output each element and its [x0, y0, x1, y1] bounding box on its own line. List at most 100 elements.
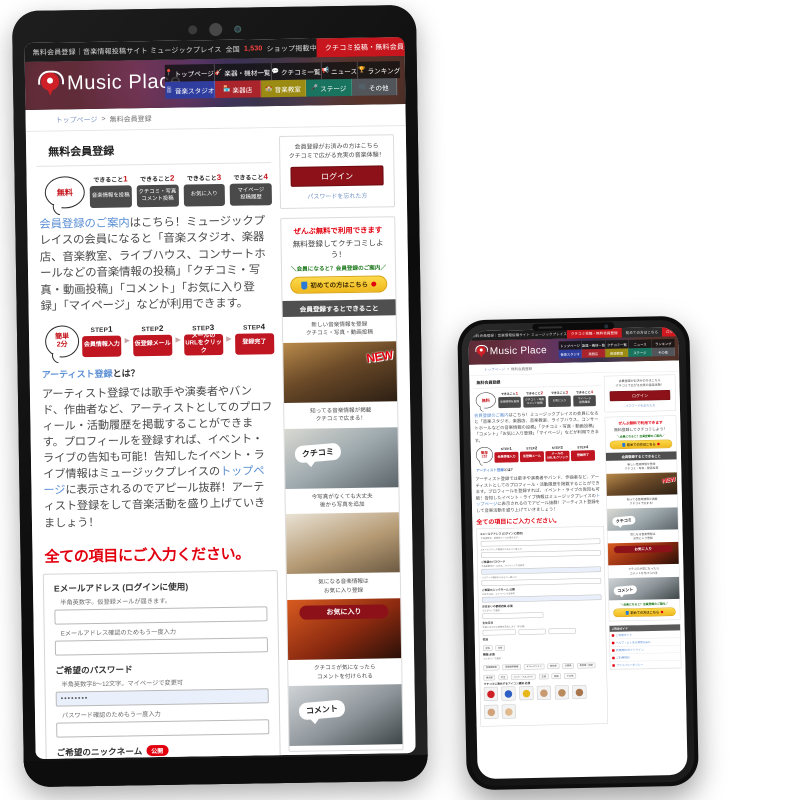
artist-paragraph: アーティスト登録では歌手や演奏者やバンド、作曲者など、アーティストとしてのプロフ…	[40, 383, 277, 532]
field-password: ご希望のパスワード 半角英数字8〜12文字。マイページで変更可 ••••••••…	[55, 661, 270, 738]
phone-benefit-title: できること1	[500, 391, 519, 397]
avatar-option[interactable]	[554, 685, 569, 700]
step-body: 登録完了	[234, 332, 275, 355]
phone-chip[interactable]: 公務員	[562, 663, 575, 669]
phone-benefit-title: できること3	[550, 390, 569, 396]
phone-side-cta-label: 初めての方はこちら	[630, 610, 660, 615]
phone-breadcrumb-home[interactable]: トップページ	[484, 367, 505, 372]
field-hint: 半角英数字8〜12文字。マイページで変更可	[61, 679, 184, 689]
nav-item-news[interactable]: 📢 ニュース	[321, 61, 359, 80]
password-input[interactable]: ••••••••	[55, 687, 269, 707]
phone-promo-header: 会員登録するとできること	[605, 451, 677, 461]
breadcrumb-home[interactable]: トップページ	[56, 114, 98, 125]
store-icon: 🏪	[222, 86, 231, 93]
easy-badge: 簡単 2分	[44, 324, 80, 358]
phone-password-confirm-input[interactable]	[481, 578, 602, 587]
shops-count: 1,530	[243, 45, 263, 53]
phone-step-title: STEP3	[551, 445, 563, 451]
avatar-option[interactable]	[519, 686, 534, 701]
phone-side-cta-button[interactable]: 初めての方はこちら	[613, 607, 676, 618]
phone-chip[interactable]: ミュージシャン	[523, 663, 545, 670]
post-review-button[interactable]: クチコミ投稿・無料会員登録	[316, 37, 416, 58]
phone-chip[interactable]: 主婦	[538, 673, 549, 680]
nav-item-top[interactable]: 📍 トップページ	[164, 64, 215, 82]
phone-linklist-item[interactable]: プライバシーポリシー	[610, 660, 681, 670]
phone-nav-item-stage[interactable]: ステージ	[628, 347, 652, 357]
speech-icon: 💬	[271, 68, 280, 75]
benefit-title: できること1	[93, 174, 128, 184]
steps-strip: 簡単 2分 STEP1 会員情報入力 ▶ STEP2 仮登録メール ▶ STEP…	[39, 322, 275, 358]
phone-login-button[interactable]: ログイン	[609, 390, 671, 402]
nav-item-stage[interactable]: 🎤 ステージ	[306, 78, 352, 97]
nav-item-other[interactable]: 🎼 その他	[351, 78, 398, 96]
phone-first-time-cta[interactable]: 初めての方はこちら	[609, 439, 673, 450]
phone-chip[interactable]: 音楽関係職種	[502, 664, 521, 671]
nav-item-reviews[interactable]: 💬 クチコミ一覧	[271, 62, 322, 81]
phone-email-input[interactable]	[480, 538, 601, 547]
email-input[interactable]	[54, 605, 268, 625]
phone-nav-item-studio[interactable]: 音楽スタジオ	[558, 349, 583, 359]
phone-step-body: メールの URLをクリック	[545, 450, 570, 462]
phone-nav-item-school[interactable]: 音楽教室	[605, 348, 629, 358]
benefit-body: マイページ 投稿履歴	[229, 183, 273, 206]
phone-artist-heading: アーティスト登録とは？	[476, 466, 603, 474]
avatar-option[interactable]	[501, 686, 516, 701]
nav-item-studio[interactable]: 🎚 音楽スタジオ	[165, 81, 216, 99]
phone-gender-male-radio[interactable]: 男性	[482, 645, 493, 652]
phone-chip[interactable]: 音楽関係者	[483, 664, 500, 671]
nav-item-school[interactable]: 🏫 音楽教室	[260, 79, 307, 98]
phone-promo-caption: クチコミが気になったら コメントを付けられる	[611, 567, 677, 577]
phone-email-confirm-input[interactable]	[480, 550, 601, 559]
password-confirm-input[interactable]	[56, 718, 270, 738]
phone-forgot-link[interactable]: パスワードを忘れた方	[608, 402, 673, 408]
phone-birth-month-select[interactable]	[518, 628, 546, 635]
site-tagline-text: 無料会員登録｜音楽情報投稿サイト ミュージックプレイス	[32, 46, 222, 57]
bullet-icon	[611, 641, 615, 645]
avatar-option[interactable]	[483, 686, 499, 702]
phone-nav-item-other[interactable]: その他	[651, 347, 675, 357]
first-time-cta-button[interactable]: 初めての方はこちら	[290, 275, 388, 294]
phone-step-title: STEP2	[526, 445, 538, 451]
intro-guide-link[interactable]: 会員登録のご案内	[39, 217, 130, 230]
site-logo[interactable]: Music Place	[37, 69, 182, 97]
phone-intro-guide-link[interactable]: 会員登録のご案内	[474, 412, 508, 418]
nav-label: 音楽スタジオ	[174, 87, 215, 96]
phone-nav-item-shop[interactable]: 楽器店	[581, 348, 606, 358]
step-item: STEP1 会員情報入力	[82, 324, 122, 357]
avatar-option[interactable]	[572, 685, 587, 700]
phone-birth-day-select[interactable]	[548, 628, 576, 635]
nav-item-instruments[interactable]: 🎸 楽器・機材一覧	[214, 63, 272, 82]
phone-nickname-input[interactable]	[481, 594, 602, 603]
email-confirm-input[interactable]	[54, 636, 269, 656]
phone-chip[interactable]: パート・アルバイト	[510, 674, 536, 681]
nav-item-shop[interactable]: 🏪 楽器店	[215, 80, 261, 99]
avatar-option[interactable]	[501, 704, 517, 719]
phone-artist-link[interactable]: アーティスト登録	[476, 469, 504, 473]
phone-login-card-text: 会員登録がお済みの方はこちら クチコミで広がる充実の音楽体験！	[607, 378, 672, 388]
phone-birth-year-select[interactable]	[482, 629, 516, 636]
login-button[interactable]: ログイン	[290, 165, 384, 187]
artist-registration-link[interactable]: アーティスト登録	[42, 368, 113, 379]
avatar-option[interactable]	[536, 685, 552, 701]
phone-field: 職業 必須 プルダウンで選択 音楽関係者 音楽関係職種 ミュージシャン 会社員 …	[483, 650, 603, 682]
phone-password-input[interactable]	[481, 566, 601, 575]
phone-prefecture-select[interactable]	[482, 612, 544, 620]
phone-chip[interactable]: 会社員	[547, 663, 560, 670]
phone-chip[interactable]: 学生	[498, 674, 508, 681]
phone-step-body: 仮登録メール	[519, 451, 545, 463]
review-bubble-tag: クチコミ	[294, 442, 342, 463]
phone-chip[interactable]: 自由業	[483, 675, 496, 681]
main-column: 無料会員登録 無料 できること1 音楽情報を投稿 できること2 クチコミ・写真 …	[35, 136, 282, 759]
avatar-option[interactable]	[484, 704, 499, 720]
phone-chip[interactable]: その他	[564, 673, 576, 680]
phone-chip[interactable]: 無職	[551, 673, 562, 680]
phone-breadcrumb-current: 無料会員登録	[511, 367, 533, 372]
phone-chip[interactable]: 自営業・経営	[577, 662, 596, 669]
phone-promo-caption: 気になる音楽情報は お気に入り登録	[610, 532, 676, 542]
phone-avatar-grid	[483, 685, 604, 723]
nav-item-ranking[interactable]: 🏆 ランキング	[357, 61, 401, 79]
phone-gender-female-radio[interactable]: 女性	[495, 645, 506, 651]
forgot-password-link[interactable]: パスワードを忘れた方	[287, 190, 388, 201]
phone-site-logo[interactable]: Music Place	[475, 344, 547, 358]
promo-caption: クチコミが気になったら コメントを付けられる	[293, 663, 396, 681]
